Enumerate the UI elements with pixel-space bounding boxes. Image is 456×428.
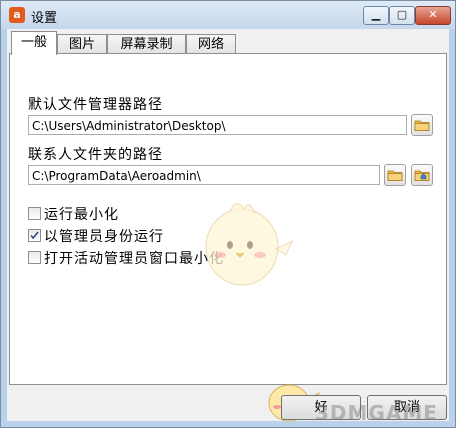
site-watermark: 3DMGAME — [315, 401, 438, 425]
title-bar[interactable]: a 设置 ▁ ▢ ✕ — [1, 1, 455, 29]
client-area: 一般 图片 屏幕录制 网络 默认文件管理器路径 C:\Users\Adminis… — [7, 29, 449, 422]
run-minimized-checkbox[interactable] — [28, 207, 41, 220]
folder-home-icon — [414, 170, 430, 181]
folder-icon — [414, 120, 430, 131]
file-manager-path-label: 默认文件管理器路径 — [28, 97, 163, 113]
browse-folder-button[interactable] — [411, 114, 433, 136]
run-as-admin-checkbox[interactable] — [28, 229, 41, 242]
contacts-folder-label: 联系人文件夹的路径 — [28, 147, 163, 163]
folder-icon — [387, 170, 403, 181]
tab-screen-recording[interactable]: 屏幕录制 — [107, 34, 186, 54]
app-icon: a — [9, 7, 25, 23]
close-button[interactable]: ✕ — [415, 6, 451, 25]
contacts-folder-field[interactable]: C:\ProgramData\Aeroadmin\ — [28, 165, 380, 185]
settings-window: a 设置 ▁ ▢ ✕ 一般 图片 屏幕录制 网络 默认文件管理器路径 C:\Us… — [0, 0, 456, 428]
tab-network[interactable]: 网络 — [186, 34, 236, 54]
minimize-button[interactable]: ▁ — [363, 6, 389, 25]
file-manager-path-field[interactable]: C:\Users\Administrator\Desktop\ — [28, 115, 407, 135]
tab-general[interactable]: 一般 — [11, 31, 57, 55]
maximize-button[interactable]: ▢ — [389, 6, 415, 25]
tab-images[interactable]: 图片 — [57, 34, 107, 54]
run-minimized-label: 运行最小化 — [44, 207, 119, 223]
general-panel: 默认文件管理器路径 C:\Users\Administrator\Desktop… — [9, 53, 447, 385]
minimize-admin-window-checkbox[interactable] — [28, 251, 41, 264]
checkmark-icon — [30, 231, 39, 240]
mascot-watermark-image — [205, 203, 293, 286]
open-contacts-folder-button[interactable] — [411, 164, 433, 186]
window-title: 设置 — [31, 11, 58, 26]
browse-contacts-folder-button[interactable] — [384, 164, 406, 186]
run-as-admin-label: 以管理员身份运行 — [44, 229, 164, 245]
